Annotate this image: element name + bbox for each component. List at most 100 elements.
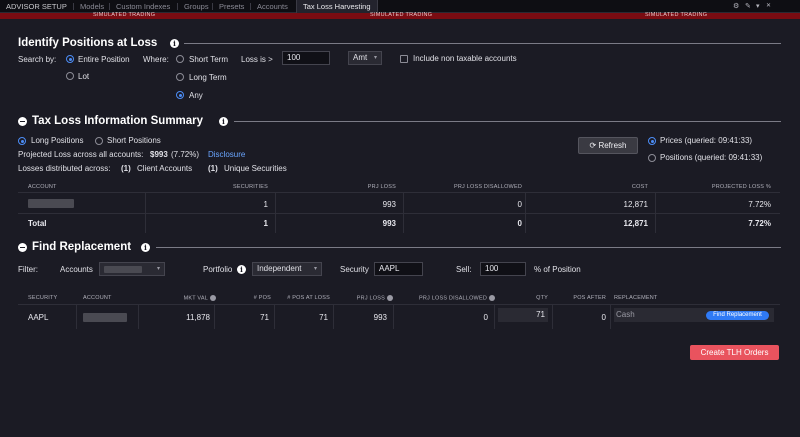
radio-positions[interactable]	[648, 154, 656, 162]
radio-long-positions[interactable]	[18, 137, 26, 145]
cell-projected-loss-pct: 7.72%	[748, 200, 771, 209]
cell-securities: 1	[263, 200, 268, 209]
col-header-security: SECURITY	[28, 295, 58, 301]
accounts-filter-label: Accounts	[60, 265, 93, 274]
table-total-row: Total 1 993 0 12,871 7.72%	[18, 214, 780, 233]
portfolio-select[interactable]: Independent ▾	[252, 262, 322, 276]
cell-total-projected-loss-pct: 7.72%	[748, 219, 771, 228]
loss-is-label: Loss is >	[241, 55, 273, 64]
info-icon[interactable]	[489, 295, 495, 301]
portfolio-label: Portfolio	[203, 265, 233, 274]
info-icon[interactable]: i	[141, 243, 150, 252]
client-accounts-label: Client Accounts	[137, 164, 193, 173]
account-name-redacted	[28, 199, 74, 208]
create-tlh-orders-button[interactable]: Create TLH Orders	[690, 345, 779, 360]
chevron-down-icon[interactable]: ▾	[756, 2, 760, 10]
radio-long-term[interactable]	[176, 73, 184, 81]
collapse-icon[interactable]	[18, 243, 27, 252]
accounts-filter-select[interactable]: ▾	[99, 262, 165, 276]
col-header-prj-loss: PRJ LOSS	[367, 184, 396, 190]
security-input[interactable]: AAPL	[374, 262, 423, 276]
col-header-projected-loss-pct: PROJECTED LOSS %	[711, 184, 771, 190]
cell-pos-at-loss: 71	[319, 313, 328, 322]
col-header-mkt-val: MKT VAL	[148, 295, 216, 301]
cell-prj-loss-disallowed: 0	[517, 200, 522, 209]
table-row[interactable]: 1 993 0 12,871 7.72%	[18, 193, 780, 213]
refresh-button[interactable]: ⟳ Refresh	[578, 137, 638, 154]
table-row[interactable]: AAPL 11,878 71 71 993 0 71 0 Cash Find R…	[18, 305, 780, 329]
long-term-label[interactable]: Long Term	[189, 73, 227, 82]
account-redacted	[104, 266, 142, 273]
qty-input[interactable]: 71	[498, 308, 548, 322]
unique-securities-label: Unique Securities	[224, 164, 287, 173]
radio-short-term[interactable]	[176, 55, 184, 63]
loss-threshold-input[interactable]: 100	[282, 51, 330, 65]
any-label[interactable]: Any	[189, 91, 203, 100]
tab-groups[interactable]: Groups	[178, 0, 215, 13]
replacement-value: Cash	[616, 310, 635, 319]
cell-total-prj-loss-disallowed: 0	[517, 219, 522, 228]
identify-section-title: Identify Positions at Loss	[18, 37, 158, 49]
disclosure-link[interactable]: Disclosure	[208, 150, 245, 159]
col-header-pos-after: POS AFTER	[573, 295, 606, 301]
lot-label[interactable]: Lot	[78, 72, 89, 81]
refresh-label: Refresh	[598, 141, 627, 150]
pin-icon[interactable]: ✎	[745, 2, 751, 10]
non-taxable-label[interactable]: Include non taxable accounts	[413, 54, 517, 63]
cell-mkt-val: 11,878	[186, 313, 210, 322]
find-replacement-button[interactable]: Find Replacement	[706, 311, 769, 320]
cell-prj-loss: 993	[373, 313, 387, 322]
losses-distributed-label: Losses distributed across:	[18, 164, 111, 173]
info-icon[interactable]	[210, 295, 216, 301]
radio-lot[interactable]	[66, 72, 74, 80]
section-divider	[184, 43, 781, 44]
close-icon[interactable]: ✕	[766, 2, 771, 9]
entire-position-label[interactable]: Entire Position	[78, 55, 130, 64]
tab-presets[interactable]: Presets	[213, 0, 250, 13]
cell-pos: 71	[260, 313, 269, 322]
collapse-icon[interactable]	[18, 117, 27, 126]
col-header-prj-loss: PRJ LOSS	[328, 295, 393, 301]
prices-queried-label[interactable]: Prices (queried: 09:41:33)	[660, 136, 752, 145]
tab-accounts[interactable]: Accounts	[251, 0, 294, 13]
sell-input[interactable]: 100	[480, 262, 526, 276]
section-divider	[234, 121, 781, 122]
replacement-section-title: Find Replacement	[32, 241, 132, 253]
radio-entire-position[interactable]	[66, 55, 74, 63]
gear-icon[interactable]: ⚙	[733, 2, 739, 10]
short-term-label[interactable]: Short Term	[189, 55, 228, 64]
radio-short-positions[interactable]	[95, 137, 103, 145]
where-label: Where:	[143, 55, 169, 64]
info-icon[interactable]: i	[219, 117, 228, 126]
tab-tax-loss-harvesting[interactable]: Tax Loss Harvesting	[296, 0, 378, 13]
replacement-table: SECURITY ACCOUNT MKT VAL # POS # POS AT …	[18, 291, 780, 329]
summary-section-title: Tax Loss Information Summary	[32, 115, 204, 127]
non-taxable-checkbox[interactable]	[400, 55, 408, 63]
info-icon[interactable]: i	[237, 265, 246, 274]
info-icon[interactable]	[387, 295, 393, 301]
positions-queried-label[interactable]: Positions (queried: 09:41:33)	[660, 153, 762, 162]
simulated-trading-banner: SIMULATED TRADING SIMULATED TRADING SIMU…	[0, 12, 800, 19]
filter-label: Filter:	[18, 265, 38, 274]
radio-prices[interactable]	[648, 137, 656, 145]
chevron-down-icon: ▾	[156, 266, 160, 272]
col-header-pos: # POS	[253, 295, 271, 301]
info-icon[interactable]: i	[170, 39, 179, 48]
portfolio-value: Independent	[257, 264, 302, 273]
cell-security: AAPL	[28, 313, 49, 322]
radio-any[interactable]	[176, 91, 184, 99]
search-by-label: Search by:	[18, 55, 57, 64]
projected-loss-value: $993	[150, 150, 168, 159]
projected-loss-label: Projected Loss across all accounts:	[18, 150, 144, 159]
client-accounts-count: (1)	[121, 164, 131, 173]
col-header-prj-loss-disallowed: PRJ LOSS DISALLOWED	[454, 184, 522, 190]
cell-pos-after: 0	[601, 313, 606, 322]
col-header-qty: QTY	[536, 295, 548, 301]
sell-suffix-label: % of Position	[534, 265, 581, 274]
long-positions-label[interactable]: Long Positions	[31, 136, 83, 145]
cell-prj-loss: 993	[382, 200, 396, 209]
short-positions-label[interactable]: Short Positions	[107, 136, 161, 145]
tab-advisor-setup[interactable]: ADVISOR SETUP	[0, 0, 73, 13]
cell-total-label: Total	[28, 219, 47, 228]
loss-unit-select[interactable]: Amt ▾	[348, 51, 382, 65]
